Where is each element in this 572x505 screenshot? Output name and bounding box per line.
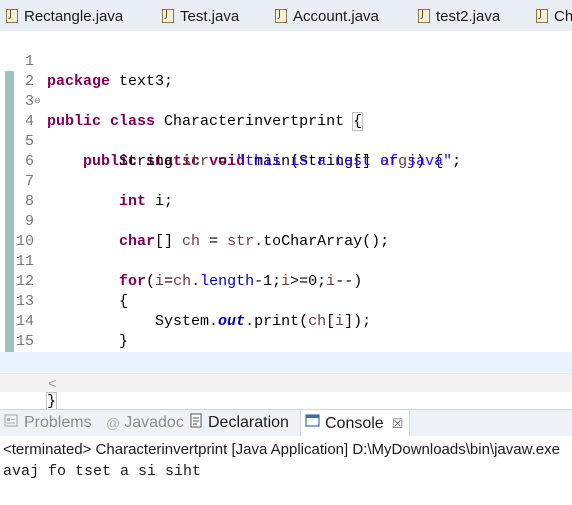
code-line-8[interactable]: 8: [0, 172, 572, 210]
code-line-17[interactable]: 17 }: [0, 352, 572, 411]
horizontal-scrollbar[interactable]: <: [0, 373, 572, 392]
tab-label: Declaration: [208, 414, 289, 431]
tab-rectangle-java[interactable]: Rectangle.java: [6, 4, 123, 28]
declaration-icon: [190, 413, 204, 434]
matching-bracket: }: [45, 392, 58, 411]
tab-declaration[interactable]: Declaration: [190, 410, 289, 436]
code-line-6[interactable]: 6: [0, 132, 572, 170]
java-file-icon: [162, 9, 174, 23]
scroll-left-icon[interactable]: <: [48, 374, 56, 392]
editor-tab-bar: Rectangle.java Test.java Account.java te…: [0, 0, 572, 32]
console-status-line: <terminated> Characterinvertprint [Java …: [3, 441, 560, 458]
text-caret: [56, 393, 58, 410]
code-line-12[interactable]: 12 {: [0, 252, 572, 310]
tab-label: Test.java: [180, 7, 240, 25]
java-file-icon: [536, 9, 548, 23]
tab-label: Account.java: [293, 7, 379, 25]
code-line-9[interactable]: 9 char[] ch = str.toCharArray();: [0, 192, 572, 250]
java-file-icon: [418, 9, 430, 23]
code-line-7[interactable]: 7 int i;: [0, 152, 572, 210]
code-line-3[interactable]: 3 public class Characterinvertprint {: [0, 72, 572, 131]
tab-label: Rectangle.java: [24, 7, 124, 25]
code-line-2[interactable]: 2: [0, 52, 572, 90]
tab-label: Javadoc: [124, 414, 184, 431]
code-line-16[interactable]: 16 }: [0, 332, 572, 390]
code-line-13[interactable]: 13 System.out.print(ch[i]);: [0, 272, 572, 330]
tab-label: test2.java: [436, 7, 501, 25]
console-output: avaj fo tset a si siht: [3, 463, 202, 480]
tab-label: Ch: [554, 7, 572, 25]
close-icon[interactable]: ☒: [392, 416, 404, 432]
tab-console[interactable]: Console ☒: [300, 410, 411, 437]
view-tab-bar: Problems @ Javadoc Declaration Console ☒: [0, 409, 572, 437]
java-file-icon: [275, 9, 287, 23]
code-line-14[interactable]: 14 }: [0, 292, 572, 350]
fold-collapse-icon[interactable]: ⊖: [34, 98, 42, 106]
console-icon: [305, 414, 321, 433]
tab-test2-java[interactable]: test2.java: [418, 4, 500, 28]
tab-account-java[interactable]: Account.java: [275, 4, 379, 28]
tab-label: Console: [325, 414, 384, 432]
tab-javadoc[interactable]: @ Javadoc: [106, 410, 184, 436]
code-line-15[interactable]: 15: [0, 312, 572, 350]
tab-characterinvertprint-java[interactable]: Ch: [536, 4, 572, 28]
code-line-1[interactable]: 1 package text3;: [0, 32, 572, 90]
code-line-4[interactable]: 4 ⊖ public static void main(String[] arg…: [0, 92, 572, 171]
tab-problems[interactable]: Problems: [4, 410, 92, 436]
problems-icon: [4, 413, 20, 433]
code-line-11[interactable]: 11 for(i=ch.length-1;i>=0;i--): [0, 232, 572, 290]
code-line-10[interactable]: 10: [0, 212, 572, 250]
java-file-icon: [6, 9, 18, 23]
tab-label: Problems: [24, 414, 92, 431]
code-line-5[interactable]: 5 String str = "this is a test of java";: [0, 112, 572, 170]
console-view[interactable]: <terminated> Characterinvertprint [Java …: [0, 436, 572, 505]
at-sign-icon: @: [106, 415, 121, 431]
tab-test-java[interactable]: Test.java: [162, 4, 239, 28]
code-editor[interactable]: 1 package text3; 2 3 public class Charac…: [0, 31, 572, 411]
